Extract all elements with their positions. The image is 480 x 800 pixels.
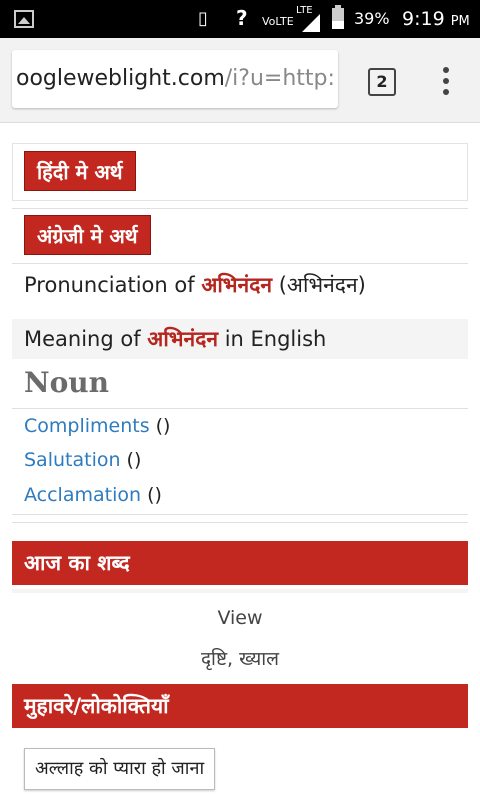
meaning-suffix: in English	[218, 327, 327, 351]
idioms-header: मुहावरे/लोकोक्तियाँ	[12, 684, 468, 728]
synonym-extra: ()	[120, 449, 142, 471]
status-bar: ▯ ? VoLTE LTE 39% 9:19 PM	[0, 0, 480, 38]
pronunciation-word: अभिनंदन	[201, 273, 273, 297]
browser-toolbar: oogleweblight.com/i?u=http:	[0, 38, 480, 123]
hindi-meaning-button[interactable]: हिंदी मे अर्थ	[24, 151, 136, 191]
url-field[interactable]: oogleweblight.com/i?u=http:	[12, 50, 338, 108]
signal-icon	[302, 14, 320, 32]
meaning-heading: Meaning of अभिनंदन in English	[24, 325, 326, 353]
volte-label: VoLTE	[262, 15, 294, 28]
url-text: oogleweblight.com/i?u=http:	[16, 66, 335, 91]
part-of-speech: Noun	[24, 366, 109, 399]
battery-icon	[332, 5, 344, 29]
synonym-link[interactable]: Salutation	[24, 449, 121, 471]
divider	[12, 408, 468, 409]
synonym-link[interactable]: Compliments	[24, 415, 150, 437]
synonym-item: Acclamation ()	[24, 484, 162, 506]
synonym-link[interactable]: Acclamation	[24, 484, 141, 506]
english-meaning-button[interactable]: अंग्रेजी मे अर्थ	[24, 215, 151, 255]
vibrate-icon: ▯	[198, 8, 208, 29]
meaning-word: अभिनंदन	[147, 327, 219, 351]
word-of-day-header: आज का शब्द	[12, 541, 468, 585]
divider	[12, 208, 468, 209]
spacer	[12, 589, 468, 593]
synonym-item: Compliments ()	[24, 415, 170, 437]
clock-time: 9:19	[402, 8, 445, 30]
meaning-prefix: Meaning of	[24, 327, 148, 351]
url-path: /i?u=http:	[224, 66, 335, 91]
tab-switcher-button[interactable]: 2	[368, 68, 396, 96]
pronunciation-line: Pronunciation of अभिनंदन (अभिनंदन)	[24, 271, 366, 299]
battery-percent: 39%	[354, 9, 390, 28]
word-of-day-english[interactable]: View	[12, 607, 468, 629]
synonym-extra: ()	[149, 415, 171, 437]
overflow-menu-icon[interactable]	[436, 64, 456, 98]
page-content: हिंदी मे अर्थ अंग्रेजी मे अर्थ Pronuncia…	[0, 123, 480, 800]
synonym-item: Salutation ()	[24, 449, 141, 471]
divider	[12, 263, 468, 264]
synonym-extra: ()	[141, 484, 162, 506]
word-of-day-hindi: दृष्टि, ख्याल	[200, 648, 280, 670]
picture-notification-icon	[14, 10, 34, 28]
clock-ampm: PM	[450, 14, 470, 29]
pronunciation-suffix: (अभिनंदन)	[272, 273, 366, 297]
idiom-button[interactable]: अल्लाह को प्यारा हो जाना	[24, 748, 216, 790]
pronunciation-prefix: Pronunciation of	[24, 273, 202, 297]
url-host: oogleweblight.com	[16, 66, 225, 91]
no-sim-icon: ?	[236, 6, 248, 30]
divider	[12, 514, 468, 515]
divider	[12, 522, 468, 523]
clock: 9:19 PM	[402, 8, 470, 30]
